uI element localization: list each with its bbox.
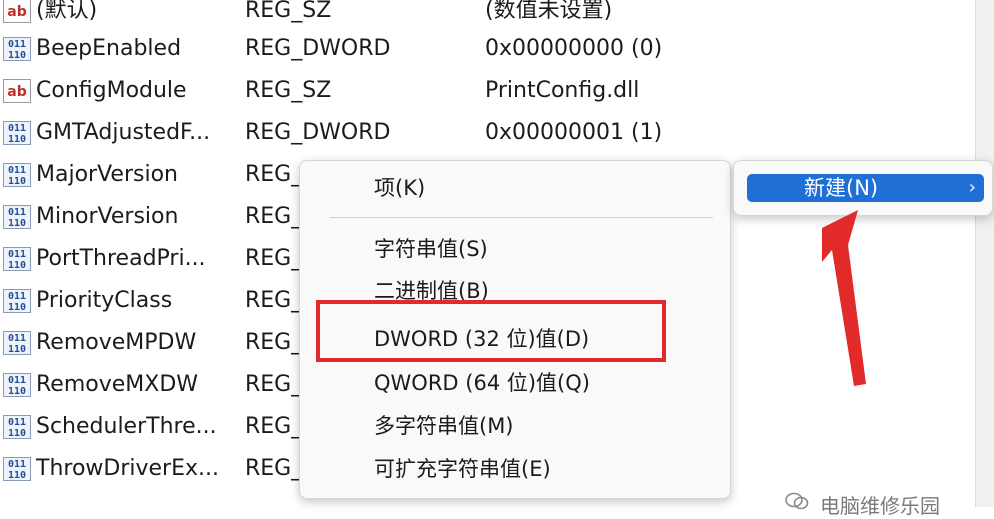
value-name: MinorVersion	[36, 204, 179, 229]
menu-item-new[interactable]: 新建(N) ›	[747, 174, 984, 202]
binary-value-icon: 011 110	[3, 331, 31, 355]
binary-value-icon: 011 110	[3, 37, 31, 61]
value-name: PriorityClass	[36, 288, 173, 313]
menu-item-qword-value[interactable]: QWORD (64 位)值(Q)	[300, 363, 730, 403]
value-name: BeepEnabled	[36, 36, 182, 61]
menu-item-expandable-string-value[interactable]: 可扩充字符串值(E)	[300, 449, 730, 489]
menu-item-multi-string-value[interactable]: 多字符串值(M)	[300, 406, 730, 446]
binary-value-icon: 011 110	[3, 121, 31, 145]
value-type: REG_	[245, 288, 303, 313]
binary-value-icon: 011 110	[3, 457, 31, 481]
value-name: RemoveMPDW	[36, 330, 197, 355]
value-data: 0x00000001 (1)	[485, 120, 663, 145]
parent-context-menu: 新建(N) ›	[733, 160, 993, 216]
binary-value-icon: 011 110	[3, 205, 31, 229]
menu-separator	[330, 217, 713, 218]
value-data: 0x00000000 (0)	[485, 36, 663, 61]
value-type: REG_SZ	[245, 78, 332, 103]
value-type: REG_	[245, 456, 303, 481]
string-value-icon: ab	[3, 79, 31, 103]
value-name: GMTAdjustedF...	[36, 120, 211, 145]
menu-item-key[interactable]: 项(K)	[300, 168, 730, 208]
value-name: ConfigModule	[36, 78, 187, 103]
binary-value-icon: 011 110	[3, 247, 31, 271]
value-type: REG_	[245, 330, 303, 355]
dword-highlight-box	[316, 300, 666, 362]
value-name: ThrowDriverEx...	[36, 456, 219, 481]
value-type: REG_	[245, 414, 303, 439]
value-name: SchedulerThre...	[36, 414, 217, 439]
chevron-right-icon: ›	[968, 177, 976, 198]
value-name: PortThreadPri...	[36, 246, 206, 271]
list-scrollbar[interactable]	[975, 0, 994, 507]
value-type: REG_DWORD	[245, 120, 391, 145]
wechat-icon	[785, 492, 809, 510]
registry-row[interactable]: 011 110 BeepEnabled REG_DWORD 0x00000000 (0)	[0, 28, 975, 70]
value-name: RemoveMXDW	[36, 372, 199, 397]
watermark-text: 电脑维修乐园	[820, 494, 940, 518]
value-type: REG_	[245, 162, 303, 187]
binary-value-icon: 011 110	[3, 163, 31, 187]
binary-value-icon: 011 110	[3, 415, 31, 439]
registry-row[interactable]: 011 110 GMTAdjustedF... REG_DWORD 0x00000001…	[0, 112, 975, 154]
binary-value-icon: 011 110	[3, 289, 31, 313]
value-type: REG_	[245, 372, 303, 397]
value-type: REG_	[245, 246, 303, 271]
value-type: REG_	[245, 204, 303, 229]
registry-row[interactable]: ab ConfigModule REG_SZ PrintConfig.dll	[0, 70, 975, 112]
value-type: REG_DWORD	[245, 36, 391, 61]
value-data: PrintConfig.dll	[485, 78, 640, 103]
string-value-icon: ab	[3, 0, 31, 23]
binary-value-icon: 011 110	[3, 373, 31, 397]
value-name: MajorVersion	[36, 162, 178, 187]
menu-item-string-value[interactable]: 字符串值(S)	[300, 229, 730, 269]
